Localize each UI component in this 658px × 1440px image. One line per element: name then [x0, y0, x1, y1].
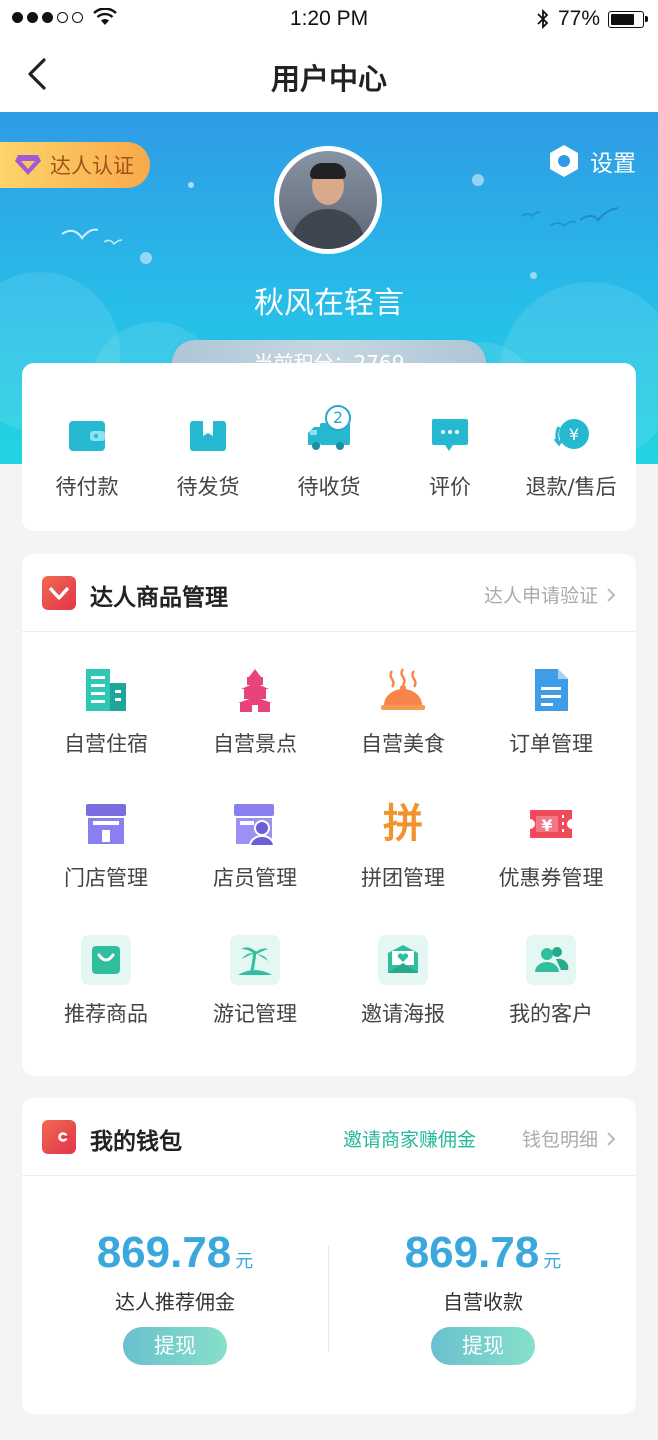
wallet-card: 我的钱包 邀请商家赚佣金 钱包明细 869.78 元 达人推荐佣金 提现 869.…	[22, 1098, 636, 1414]
apply-verification-link[interactable]: 达人申请验证	[484, 581, 616, 608]
svg-text:¥: ¥	[569, 425, 579, 444]
customers-icon	[526, 935, 576, 985]
expert-goods-card: 达人商品管理 达人申请验证 自营住宿 自营景点 自营美食 订单管理 门店管理 店…	[22, 554, 636, 1076]
settings-label: 设置	[590, 151, 636, 177]
order-pending-receipt[interactable]: 2 待收货	[269, 405, 389, 501]
building-icon	[86, 669, 126, 711]
order-pending-payment[interactable]: 待付款	[27, 413, 147, 501]
bluetooth-icon	[537, 8, 549, 30]
commission-column: 869.78 元 达人推荐佣金 提现	[50, 1228, 300, 1365]
settings-button[interactable]: 设置	[548, 144, 636, 178]
refund-icon: ¥	[553, 419, 589, 449]
status-bar: 1:20 PM 77%	[0, 0, 658, 38]
wallet-divider	[328, 1246, 329, 1352]
food-cloche-icon	[381, 668, 425, 710]
order-status-card: 待付款 待发货 2 待收货 评价 ¥ 退款/售后	[22, 363, 636, 531]
sparkle	[188, 182, 194, 188]
goods-section-title: 达人商品管理	[90, 585, 228, 611]
wallet-section-title: 我的钱包	[90, 1129, 182, 1155]
wallet-logo-icon	[42, 1120, 76, 1154]
v-logo-icon	[42, 576, 76, 610]
diamond-icon	[15, 155, 41, 175]
svg-text:¥: ¥	[541, 816, 552, 835]
page-title: 用户中心	[270, 62, 387, 96]
order-pending-shipment[interactable]: 待发货	[148, 413, 268, 501]
staff-icon	[234, 804, 276, 846]
receipt-count-badge: 2	[325, 405, 351, 431]
grid-item-group-buy[interactable]: 拼 拼团管理	[328, 800, 478, 892]
goods-section-header: 达人商品管理 达人申请验证	[22, 554, 636, 632]
document-icon	[535, 669, 568, 711]
wallet-details-link[interactable]: 钱包明细	[522, 1125, 616, 1152]
username: 秋风在轻言	[254, 286, 404, 321]
grid-item-coupon-management[interactable]: ¥ 优惠券管理	[476, 800, 626, 892]
chevron-right-icon	[607, 587, 616, 602]
comment-icon	[432, 419, 468, 451]
grid-item-invite-poster[interactable]: 邀请海报	[328, 935, 478, 1028]
package-icon	[190, 421, 226, 451]
grid-item-travelogue[interactable]: 游记管理	[180, 935, 330, 1028]
commission-withdraw-button[interactable]: 提现	[123, 1327, 227, 1365]
sparkle	[472, 174, 484, 186]
sparkle	[140, 252, 152, 264]
wallet-icon	[69, 421, 105, 451]
poster-icon	[378, 935, 428, 985]
self-receipt-column: 869.78 元 自营收款 提现	[358, 1228, 608, 1365]
self-receipt-withdraw-button[interactable]: 提现	[431, 1327, 535, 1365]
store-icon	[86, 804, 126, 844]
battery-percent: 77%	[557, 7, 600, 30]
self-receipt-amount: 869.78 元	[404, 1228, 562, 1277]
badge-label: 达人认证	[50, 154, 134, 178]
battery-icon	[608, 10, 648, 28]
shopping-bag-icon	[81, 935, 131, 985]
grid-item-self-scenic[interactable]: 自营景点	[180, 666, 330, 758]
commission-amount: 869.78 元	[96, 1228, 254, 1277]
grid-item-recommend-goods[interactable]: 推荐商品	[31, 935, 181, 1028]
birds-decoration-right	[521, 207, 619, 228]
nav-bar: 用户中心	[0, 38, 658, 112]
birds-decoration	[61, 228, 123, 246]
hexagon-settings-icon	[550, 145, 578, 177]
grid-item-my-customers[interactable]: 我的客户	[476, 935, 626, 1028]
grid-item-staff-management[interactable]: 店员管理	[180, 800, 330, 892]
grid-item-self-food[interactable]: 自营美食	[328, 666, 478, 758]
pagoda-icon	[238, 669, 272, 712]
avatar[interactable]	[274, 146, 382, 254]
group-buy-icon: 拼	[383, 801, 423, 847]
coupon-icon: ¥	[530, 810, 572, 838]
grid-item-store-management[interactable]: 门店管理	[31, 800, 181, 892]
order-review[interactable]: 评价	[390, 413, 510, 501]
expert-certification-badge[interactable]: 达人认证	[0, 142, 150, 188]
commission-label: 达人推荐佣金	[115, 1290, 235, 1314]
wallet-section-header: 我的钱包 邀请商家赚佣金 钱包明细	[22, 1098, 636, 1176]
chevron-right-icon	[607, 1131, 616, 1146]
grid-item-self-lodging[interactable]: 自营住宿	[31, 666, 181, 758]
grid-item-order-management[interactable]: 订单管理	[476, 666, 626, 758]
invite-merchant-link[interactable]: 邀请商家赚佣金	[343, 1125, 476, 1152]
order-refund[interactable]: ¥ 退款/售后	[511, 413, 631, 501]
island-icon	[230, 935, 280, 985]
self-receipt-label: 自营收款	[443, 1290, 523, 1314]
